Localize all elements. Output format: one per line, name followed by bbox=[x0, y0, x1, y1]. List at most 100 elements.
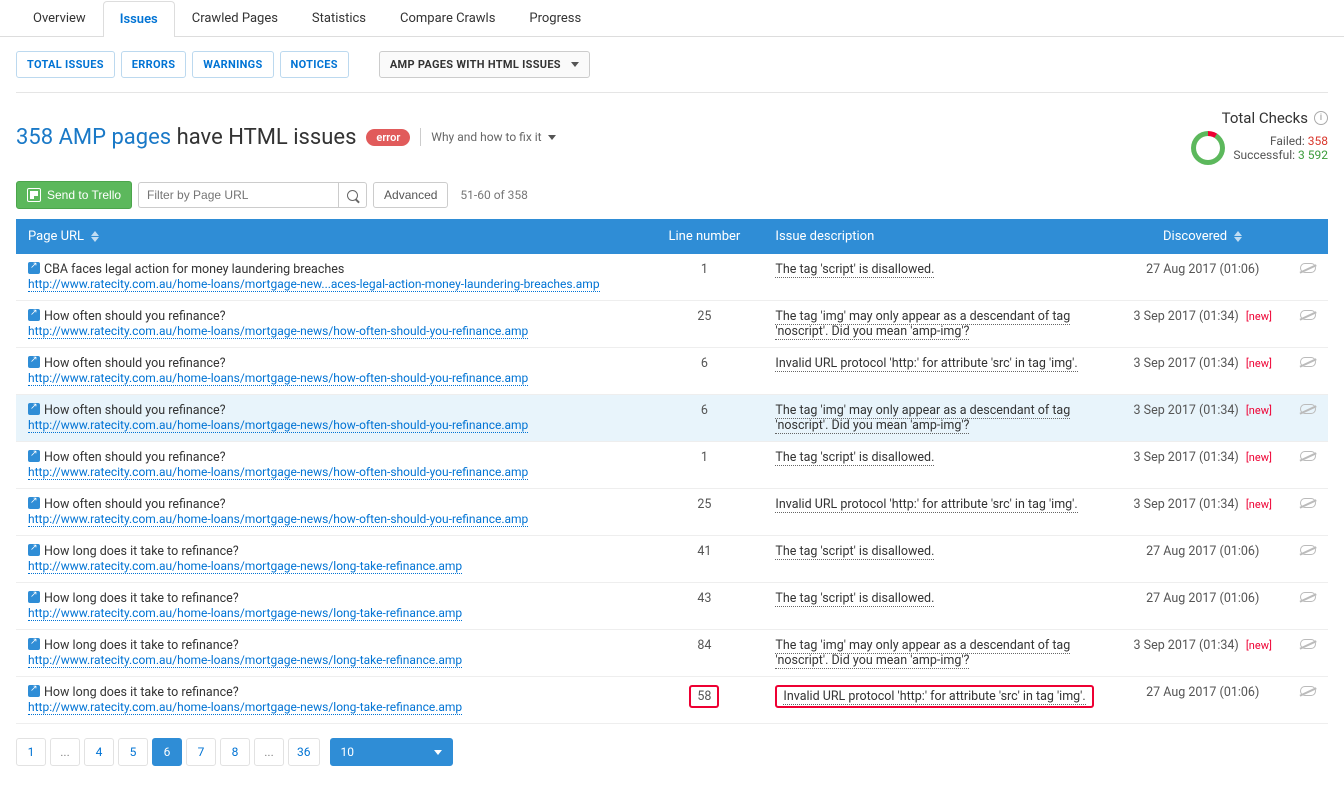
hide-icon[interactable] bbox=[1300, 310, 1316, 320]
divider bbox=[420, 128, 421, 146]
row-url-link[interactable]: http://www.ratecity.com.au/home-loans/mo… bbox=[28, 465, 528, 480]
row-title: How often should you refinance? bbox=[44, 450, 226, 465]
external-link-icon[interactable] bbox=[28, 309, 40, 321]
hide-icon[interactable] bbox=[1300, 592, 1316, 602]
trello-label: Send to Trello bbox=[47, 188, 121, 202]
col-page-url[interactable]: Page URL bbox=[16, 219, 645, 254]
table-row: How long does it take to refinance?http:… bbox=[16, 583, 1328, 630]
how-to-fix-link[interactable]: Why and how to fix it bbox=[431, 130, 555, 144]
search-icon bbox=[347, 190, 358, 201]
tab-progress[interactable]: Progress bbox=[512, 0, 598, 36]
search-button[interactable] bbox=[338, 182, 367, 208]
trello-icon bbox=[27, 188, 41, 202]
filter-errors[interactable]: ERRORS bbox=[121, 51, 187, 78]
tab-overview[interactable]: Overview bbox=[16, 0, 103, 36]
url-filter bbox=[138, 182, 367, 208]
col-discovered[interactable]: Discovered bbox=[1117, 219, 1288, 254]
row-discovered: 27 Aug 2017 (01:06) bbox=[1117, 254, 1288, 301]
filter-url-input[interactable] bbox=[138, 182, 338, 208]
pagination-page[interactable]: 4 bbox=[84, 738, 114, 766]
external-link-icon[interactable] bbox=[28, 638, 40, 650]
row-title: How often should you refinance? bbox=[44, 356, 226, 371]
tab-compare-crawls[interactable]: Compare Crawls bbox=[383, 0, 512, 36]
send-to-trello-button[interactable]: Send to Trello bbox=[16, 181, 132, 209]
col-line[interactable]: Line number bbox=[645, 219, 763, 254]
hide-icon[interactable] bbox=[1300, 498, 1316, 508]
hide-icon[interactable] bbox=[1300, 639, 1316, 649]
row-title: How often should you refinance? bbox=[44, 309, 226, 324]
row-url-link[interactable]: http://www.ratecity.com.au/home-loans/mo… bbox=[28, 277, 600, 292]
hide-icon[interactable] bbox=[1300, 545, 1316, 555]
page-title: 358 AMP pages have HTML issues bbox=[16, 125, 356, 150]
category-dropdown[interactable]: AMP PAGES WITH HTML ISSUES bbox=[379, 51, 590, 78]
filter-warnings[interactable]: WARNINGS bbox=[192, 51, 273, 78]
info-icon[interactable]: i bbox=[1314, 111, 1328, 125]
failed-label: Failed: bbox=[1270, 134, 1305, 148]
issue-count-label: AMP pages bbox=[59, 125, 172, 150]
external-link-icon[interactable] bbox=[28, 403, 40, 415]
row-url-link[interactable]: http://www.ratecity.com.au/home-loans/mo… bbox=[28, 324, 528, 339]
table-row: How long does it take to refinance?http:… bbox=[16, 677, 1328, 724]
page-header: 358 AMP pages have HTML issues error Why… bbox=[0, 93, 1344, 181]
row-description: The tag 'img' may only appear as a desce… bbox=[763, 630, 1117, 677]
filter-notices[interactable]: NOTICES bbox=[280, 51, 349, 78]
row-description: The tag 'script' is disallowed. bbox=[763, 254, 1117, 301]
pagination-page[interactable]: 1 bbox=[16, 738, 46, 766]
success-value: 3 592 bbox=[1298, 148, 1328, 162]
main-tabs: OverviewIssuesCrawled PagesStatisticsCom… bbox=[0, 0, 1344, 37]
row-discovered: 27 Aug 2017 (01:06) bbox=[1117, 536, 1288, 583]
row-discovered: 3 Sep 2017 (01:34) [new] bbox=[1117, 442, 1288, 489]
tab-issues[interactable]: Issues bbox=[103, 1, 175, 37]
hide-icon[interactable] bbox=[1300, 357, 1316, 367]
row-url-link[interactable]: http://www.ratecity.com.au/home-loans/mo… bbox=[28, 606, 462, 621]
row-title: CBA faces legal action for money launder… bbox=[44, 262, 344, 277]
pagination-page[interactable]: 6 bbox=[152, 738, 182, 766]
row-line-number: 6 bbox=[645, 395, 763, 442]
external-link-icon[interactable] bbox=[28, 262, 40, 274]
external-link-icon[interactable] bbox=[28, 591, 40, 603]
hide-icon[interactable] bbox=[1300, 451, 1316, 461]
success-label: Successful: bbox=[1233, 148, 1295, 162]
pagination-page[interactable]: 36 bbox=[288, 738, 320, 766]
table-row: How often should you refinance?http://ww… bbox=[16, 348, 1328, 395]
external-link-icon[interactable] bbox=[28, 544, 40, 556]
pagination-page[interactable]: 8 bbox=[220, 738, 250, 766]
row-line-number: 25 bbox=[645, 489, 763, 536]
tab-crawled-pages[interactable]: Crawled Pages bbox=[175, 0, 295, 36]
row-url-link[interactable]: http://www.ratecity.com.au/home-loans/mo… bbox=[28, 559, 462, 574]
row-url-link[interactable]: http://www.ratecity.com.au/home-loans/mo… bbox=[28, 700, 462, 715]
hide-icon[interactable] bbox=[1300, 263, 1316, 273]
external-link-icon[interactable] bbox=[28, 356, 40, 368]
external-link-icon[interactable] bbox=[28, 497, 40, 509]
row-line-number: 58 bbox=[645, 677, 763, 724]
pagination-page[interactable]: 7 bbox=[186, 738, 216, 766]
row-discovered: 27 Aug 2017 (01:06) bbox=[1117, 583, 1288, 630]
sort-icon bbox=[1234, 231, 1242, 242]
hide-icon[interactable] bbox=[1300, 404, 1316, 414]
row-description: Invalid URL protocol 'http:' for attribu… bbox=[763, 677, 1117, 724]
row-url-link[interactable]: http://www.ratecity.com.au/home-loans/mo… bbox=[28, 512, 528, 527]
row-description: The tag 'img' may only appear as a desce… bbox=[763, 301, 1117, 348]
pagination-page[interactable]: 5 bbox=[118, 738, 148, 766]
table-row: CBA faces legal action for money launder… bbox=[16, 254, 1328, 301]
filter-total-issues[interactable]: TOTAL ISSUES bbox=[16, 51, 115, 78]
row-url-link[interactable]: http://www.ratecity.com.au/home-loans/mo… bbox=[28, 418, 528, 433]
col-discovered-label: Discovered bbox=[1163, 229, 1227, 244]
row-description: The tag 'img' may only appear as a desce… bbox=[763, 395, 1117, 442]
external-link-icon[interactable] bbox=[28, 450, 40, 462]
hide-icon[interactable] bbox=[1300, 686, 1316, 696]
row-title: How long does it take to refinance? bbox=[44, 544, 239, 559]
advanced-button[interactable]: Advanced bbox=[373, 182, 448, 208]
external-link-icon[interactable] bbox=[28, 685, 40, 697]
row-title: How long does it take to refinance? bbox=[44, 685, 239, 700]
row-url-link[interactable]: http://www.ratecity.com.au/home-loans/mo… bbox=[28, 371, 528, 386]
table-row: How often should you refinance?http://ww… bbox=[16, 442, 1328, 489]
result-range: 51-60 of 358 bbox=[460, 188, 528, 202]
col-desc[interactable]: Issue description bbox=[763, 219, 1117, 254]
tab-statistics[interactable]: Statistics bbox=[295, 0, 383, 36]
pagination: 1...45678...3610 bbox=[0, 724, 1344, 786]
page-size-select[interactable]: 10 bbox=[330, 738, 454, 766]
row-description: The tag 'script' is disallowed. bbox=[763, 583, 1117, 630]
how-to-fix-label: Why and how to fix it bbox=[431, 130, 541, 144]
table-toolbar: Send to Trello Advanced 51-60 of 358 bbox=[0, 181, 1344, 219]
